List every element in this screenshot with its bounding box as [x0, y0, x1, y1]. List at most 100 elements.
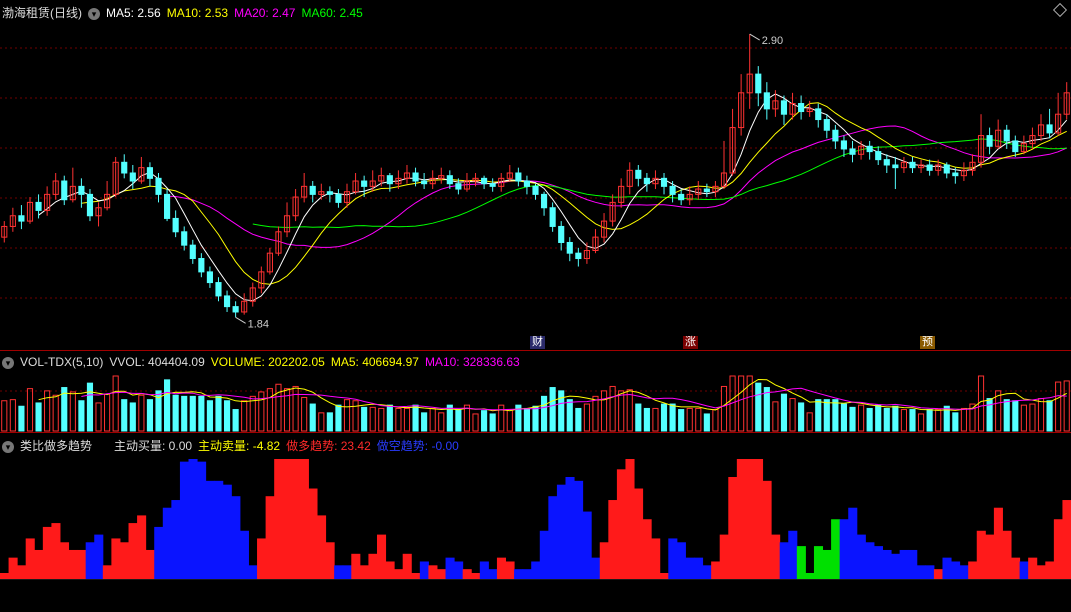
trend-histogram[interactable] [0, 433, 1071, 612]
event-tag-forecast[interactable]: 预 [920, 336, 935, 349]
trend-bar [411, 573, 421, 579]
candle-body [892, 164, 899, 169]
volume-bar [703, 413, 710, 432]
high-label: 2.90 [762, 35, 783, 47]
trend-bar [702, 565, 712, 579]
trend-bar [762, 480, 772, 579]
volume-bar [1003, 399, 1010, 432]
candlestick-chart[interactable]: 2.90 1.84 [0, 0, 1071, 350]
volume-bar [566, 399, 573, 432]
trend-bar [282, 459, 292, 579]
trend-bar [359, 565, 369, 579]
candle-body [823, 119, 830, 131]
trend-bar [822, 549, 832, 579]
price-chart-panel[interactable]: 渤海租赁(日线) ▾ MA5: 2.56 MA10: 2.53 MA20: 2.47 MA… [0, 0, 1071, 350]
ma20-value: MA20: 2.47 [234, 6, 296, 20]
trend-bar [111, 538, 121, 579]
trend-bar [856, 534, 866, 579]
volume-bar [686, 407, 693, 432]
trend-bar [599, 542, 609, 579]
volume-bar [301, 396, 308, 432]
stock-title[interactable]: 渤海租赁(日线) [2, 6, 82, 20]
volume-bar [164, 379, 171, 432]
trend-bar [582, 511, 592, 579]
volume-bar [1055, 381, 1062, 432]
volume-bar [926, 409, 933, 432]
volume-bar [1, 400, 8, 432]
candle-body [206, 271, 213, 284]
volume-bar [1063, 380, 1070, 432]
volume-bar [669, 403, 676, 432]
trend-bar [685, 557, 695, 579]
volume-bar [858, 404, 865, 432]
volume-panel[interactable]: ▾ VOL-TDX(5,10) VVOL: 404404.09 VOLUME: 202… [0, 350, 1071, 433]
candle-body [558, 225, 565, 243]
volume-legend: ▾ VOL-TDX(5,10) VVOL: 404404.09 VOLUME: 202… [2, 355, 526, 369]
trend-bar [274, 459, 284, 579]
trend-bar [711, 561, 721, 579]
candle-body [549, 207, 556, 227]
volume-bar [18, 405, 25, 432]
volume-bar [609, 385, 616, 432]
candle-body [780, 100, 788, 115]
volume-indicator-name[interactable]: VOL-TDX(5,10) [20, 355, 103, 369]
volume-bar [755, 382, 762, 432]
candle-body [515, 172, 522, 182]
trend-bar [299, 459, 309, 579]
trend-indicator-name[interactable]: 类比做多趋势 [20, 439, 92, 453]
trend-bar [788, 530, 798, 579]
candle-body [1012, 140, 1019, 153]
trend-bar [454, 561, 464, 579]
trend-bar [745, 459, 755, 579]
candle-body [840, 140, 848, 150]
trend-bar [42, 526, 52, 579]
trend-bar [728, 477, 738, 579]
ma10-value: MA10: 2.53 [166, 6, 229, 20]
trend-bar [899, 549, 909, 579]
trend-bar [514, 569, 524, 579]
trend-bar [522, 569, 532, 579]
trend-bar [376, 534, 387, 579]
volume-bar [900, 409, 907, 432]
trend-bar [59, 542, 70, 579]
trend-bar [1045, 561, 1055, 579]
ma5-value: MA5: 2.56 [106, 6, 161, 20]
event-tag-earnings[interactable]: 财 [530, 336, 545, 349]
volume-bar [78, 400, 85, 432]
trend-bar [402, 553, 412, 579]
candle-body [832, 129, 839, 142]
trend-bar [625, 459, 635, 579]
trend-bar [873, 546, 884, 579]
chevron-down-icon[interactable]: ▾ [2, 356, 14, 369]
trend-panel[interactable]: ▾ 类比做多趋势 主动买量: 0.00 主动卖量: -4.82 做多趋势: 23.42 做… [0, 432, 1071, 612]
candle-body [815, 108, 822, 121]
volume-bar [386, 404, 393, 432]
volume-bar [112, 375, 119, 432]
chevron-down-icon[interactable]: ▾ [2, 440, 14, 453]
low-marker [235, 316, 246, 324]
volume-bar [206, 400, 213, 432]
candle-body [326, 191, 333, 195]
candle-body [172, 217, 179, 233]
trend-bar [865, 542, 875, 579]
volume-bar [181, 395, 188, 432]
trend-bar [17, 565, 27, 579]
volume-bar [540, 395, 548, 432]
candle-body [146, 167, 154, 179]
chevron-down-icon[interactable]: ▾ [88, 7, 100, 20]
trend-bar [1028, 557, 1038, 579]
trend-legend: ▾ 类比做多趋势 主动买量: 0.00 主动卖量: -4.82 做多趋势: 23.42 做… [2, 437, 465, 454]
volume-bar [472, 413, 479, 432]
trend-bar [959, 565, 969, 579]
trend-bar [137, 515, 147, 579]
volume-bar [592, 395, 599, 432]
volume-bar [772, 401, 779, 432]
trend-bar [317, 515, 327, 579]
candle-body [61, 180, 68, 201]
trend-bar [419, 561, 429, 579]
event-tag-limit-up[interactable]: 涨 [683, 336, 698, 349]
trend-bar [634, 488, 644, 579]
volume-bar [412, 404, 419, 432]
trend-bar [985, 534, 995, 579]
trend-bar [436, 569, 447, 579]
